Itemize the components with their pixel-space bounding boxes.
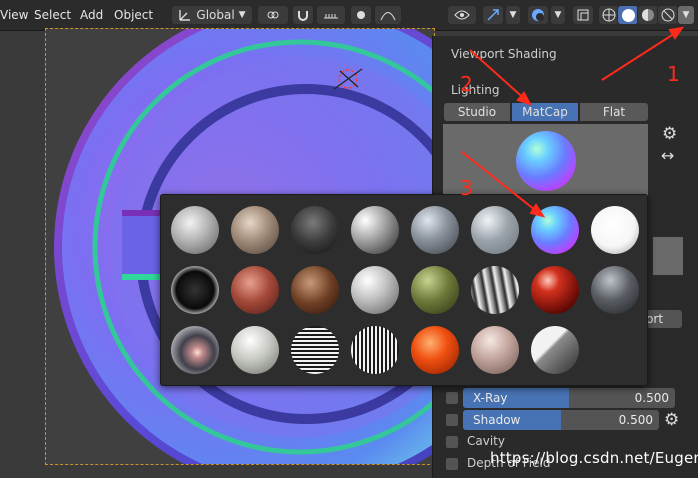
- watermark: https://blog.csdn.net/Eugen009: [490, 449, 698, 467]
- annotation-1: 1: [667, 62, 680, 86]
- annotation-2: 2: [460, 72, 473, 96]
- annotation-3: 3: [460, 176, 473, 200]
- annotation-overlay: [461, 26, 685, 218]
